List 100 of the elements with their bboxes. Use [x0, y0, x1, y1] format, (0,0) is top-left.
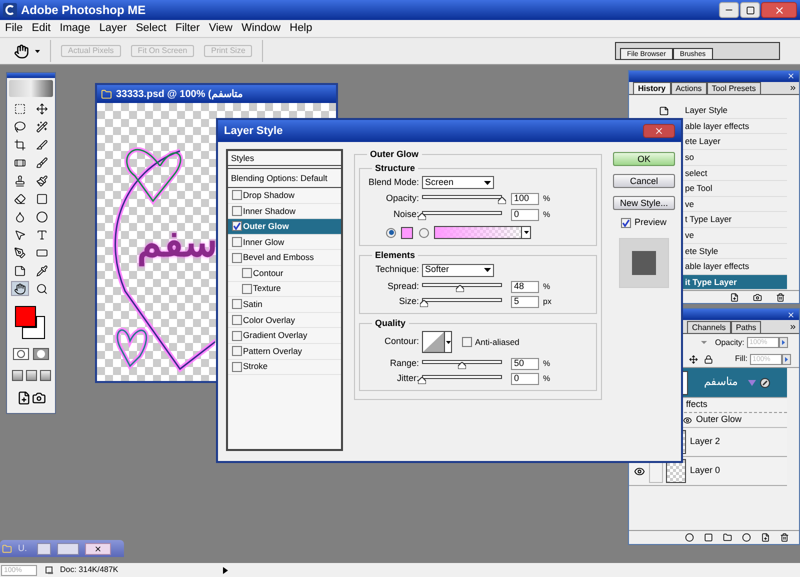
close-button[interactable]: [85, 542, 111, 554]
value-field[interactable]: 5: [511, 296, 539, 308]
menu-item[interactable]: File: [1, 20, 27, 37]
panel-tab[interactable]: Channels: [687, 321, 731, 333]
maximize-button[interactable]: [740, 2, 760, 18]
color-swatch[interactable]: [401, 226, 413, 238]
radio-button[interactable]: [419, 228, 429, 238]
close-button[interactable]: [761, 2, 797, 18]
style-item[interactable]: Bevel and Emboss: [228, 250, 341, 266]
dialog-button[interactable]: New Style...: [613, 196, 675, 210]
preview-swatch: [619, 238, 669, 288]
menu-item[interactable]: Filter: [171, 20, 204, 37]
checkbox[interactable]: [232, 252, 242, 263]
canvas-text: سفم: [137, 220, 218, 268]
menu-item[interactable]: Help: [286, 20, 316, 37]
layer-row[interactable]: Layer 0: [629, 457, 787, 486]
quick-mask-icon[interactable]: [33, 348, 49, 360]
checkbox[interactable]: [232, 362, 242, 372]
style-item[interactable]: Satin: [228, 297, 341, 313]
value-field[interactable]: 0: [511, 209, 539, 221]
pen-icon: [14, 246, 26, 258]
checkbox[interactable]: [462, 337, 472, 347]
checkbox[interactable]: [232, 190, 242, 200]
checkbox[interactable]: [232, 299, 242, 310]
style-item[interactable]: Stroke: [228, 360, 341, 376]
value-field[interactable]: 100: [511, 193, 539, 205]
checkbox[interactable]: [621, 218, 632, 228]
gradient-picker[interactable]: [434, 226, 531, 239]
slider-thumb[interactable]: [456, 284, 464, 292]
standard-mode-icon[interactable]: [13, 348, 29, 360]
lock-icon: [704, 354, 713, 364]
spread-slider[interactable]: [422, 282, 502, 292]
field-label: Noise:: [392, 208, 420, 222]
field-label: Blend Mode:: [367, 176, 420, 189]
screen-mode-icon[interactable]: [26, 370, 36, 381]
checkbox[interactable]: [232, 206, 242, 216]
checkbox[interactable]: [232, 330, 242, 341]
slider-thumb[interactable]: [458, 362, 466, 369]
close-button[interactable]: [643, 124, 675, 138]
checkbox[interactable]: [242, 284, 252, 294]
caret-icon: [484, 180, 491, 184]
style-item[interactable]: Color Overlay: [228, 312, 341, 328]
layer-name: Layer 2: [690, 435, 720, 448]
arrow-button[interactable]: [782, 354, 792, 364]
style-item[interactable]: Texture: [228, 282, 341, 298]
arrow-button[interactable]: [779, 337, 788, 348]
checkbox[interactable]: [232, 315, 242, 326]
style-item[interactable]: Inner Glow: [228, 234, 341, 250]
checkbox[interactable]: [232, 221, 242, 232]
dialog-button[interactable]: Cancel: [613, 174, 675, 188]
slider-thumb[interactable]: [418, 213, 426, 220]
blending-options-item[interactable]: Blending Options: Default: [231, 172, 328, 184]
triangle-icon: [223, 566, 228, 574]
menu-item[interactable]: Edit: [28, 20, 55, 37]
menu-item[interactable]: Image: [56, 20, 94, 37]
style-item[interactable]: Pattern Overlay: [228, 344, 341, 360]
caret-icon: [446, 340, 450, 344]
hand-tool[interactable]: [11, 281, 29, 296]
checkbox[interactable]: [242, 268, 252, 278]
slider-thumb[interactable]: [498, 197, 506, 204]
document-icon: [2, 544, 12, 554]
styles-header[interactable]: Styles: [231, 152, 254, 164]
screen-mode-icon[interactable]: [40, 370, 50, 381]
contour-picker[interactable]: [422, 331, 452, 353]
dialog-button[interactable]: OK: [613, 152, 675, 166]
style-item[interactable]: Gradient Overlay: [228, 328, 341, 344]
panel-tab[interactable]: Actions: [670, 82, 707, 94]
slider-thumb[interactable]: [420, 300, 428, 306]
range-slider[interactable]: [422, 359, 502, 369]
checkbox[interactable]: [232, 346, 242, 356]
menu-item[interactable]: Select: [132, 20, 170, 37]
menu-item[interactable]: View: [204, 20, 236, 37]
value-field[interactable]: 0: [511, 373, 539, 385]
menu-item[interactable]: Window: [238, 20, 285, 37]
knife-icon: [36, 138, 48, 150]
layer-name: Layer 0: [690, 464, 720, 478]
restore-button[interactable]: [37, 542, 51, 554]
size-slider[interactable]: [422, 296, 502, 306]
foreground-swatch[interactable]: [15, 306, 36, 327]
menu-item[interactable]: Layer: [95, 20, 131, 37]
value-field[interactable]: 48: [511, 280, 539, 292]
blend-mode-dropdown[interactable]: Screen: [422, 176, 494, 189]
style-item[interactable]: Outer Glow: [228, 219, 341, 235]
panel-tab[interactable]: Paths: [730, 321, 762, 333]
value-field[interactable]: 50: [511, 358, 539, 370]
panel-tab[interactable]: History: [633, 82, 671, 94]
bandage-icon: [14, 156, 26, 168]
checkbox[interactable]: [232, 237, 242, 248]
opacity-label: Opacity:: [715, 336, 744, 348]
field-label: Range:: [388, 357, 420, 370]
style-item[interactable]: Drop Shadow: [228, 188, 341, 204]
minimize-button[interactable]: [719, 2, 739, 18]
technique-dropdown[interactable]: Softer: [422, 264, 494, 276]
screen-mode-icon[interactable]: [12, 370, 22, 381]
panel-tab[interactable]: Tool Presets: [706, 82, 761, 94]
group-title: Quality: [374, 316, 407, 330]
background-swatch[interactable]: [22, 316, 45, 339]
radio-button[interactable]: [386, 228, 396, 238]
style-item[interactable]: Contour: [228, 266, 341, 282]
slider-thumb[interactable]: [418, 377, 426, 384]
